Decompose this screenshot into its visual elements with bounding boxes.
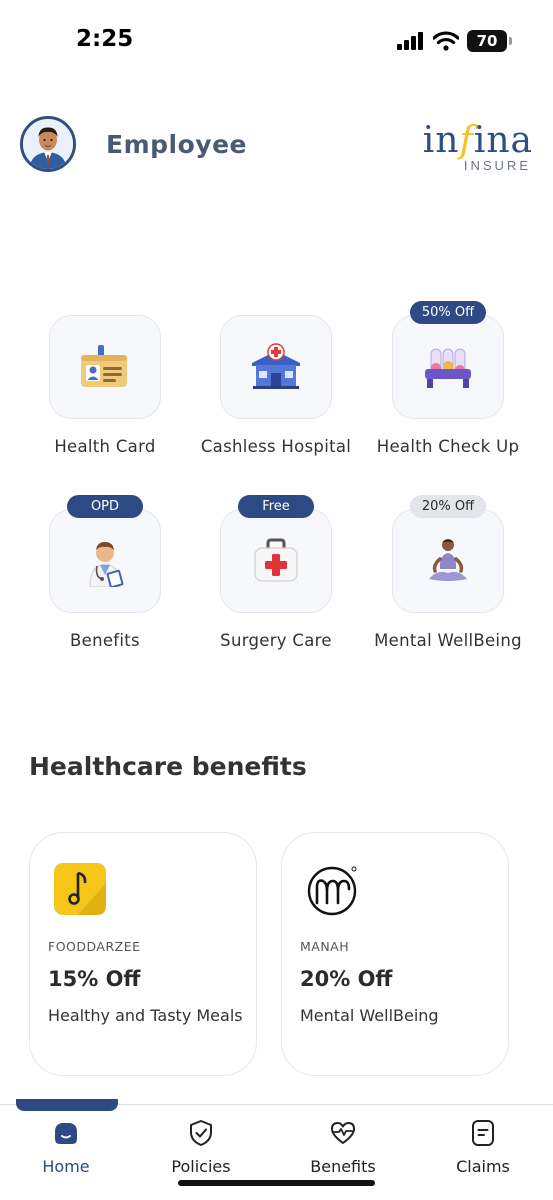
active-tab-indicator xyxy=(16,1099,118,1111)
avatar[interactable] xyxy=(20,116,76,172)
home-icon xyxy=(52,1119,80,1147)
service-surgery-care[interactable]: Free Surgery Care xyxy=(191,494,361,655)
logo-subtitle: INSURE xyxy=(463,158,531,173)
fooddarzee-logo-icon xyxy=(54,863,106,915)
benefit-description: Mental WellBeing xyxy=(300,1006,439,1025)
benefit-card-manah[interactable]: MANAH 20% Off Mental WellBeing xyxy=(281,832,509,1076)
meditation-icon xyxy=(429,539,467,581)
status-icons: 70 xyxy=(397,30,512,52)
service-label: Health Card xyxy=(54,437,156,456)
nav-label: Claims xyxy=(456,1157,510,1176)
infina-insure-logo: infina INSURE xyxy=(417,120,533,176)
heart-pulse-icon xyxy=(329,1119,357,1147)
shield-check-icon xyxy=(187,1119,215,1147)
nav-item-benefits[interactable]: Benefits xyxy=(283,1119,403,1176)
document-icon xyxy=(469,1119,497,1147)
service-tile[interactable]: 50% Off xyxy=(392,301,504,419)
section-title: Healthcare benefits xyxy=(29,752,307,781)
service-tile[interactable] xyxy=(220,315,332,419)
benefit-brand: MANAH xyxy=(300,939,350,954)
service-label: Health Check Up xyxy=(376,437,520,456)
service-mental-wellbeing[interactable]: 20% Off Mental WellBeing xyxy=(363,494,533,655)
logo-wordmark: infina xyxy=(422,120,533,161)
service-label: Surgery Care xyxy=(220,631,332,650)
cellular-signal-icon xyxy=(397,32,423,50)
test-tubes-icon xyxy=(425,348,471,388)
home-indicator-bar xyxy=(178,1180,375,1186)
nav-label: Benefits xyxy=(310,1157,376,1176)
nav-item-home[interactable]: Home xyxy=(6,1119,126,1176)
benefit-brand: FOODDARZEE xyxy=(48,939,141,954)
service-opd-benefits[interactable]: OPD Benefits xyxy=(20,494,190,655)
offer-badge: OPD xyxy=(67,495,143,518)
benefit-description: Healthy and Tasty Meals xyxy=(48,1006,243,1025)
service-tile[interactable]: Free xyxy=(220,495,332,613)
status-time: 2:25 xyxy=(76,26,134,52)
doctor-icon xyxy=(89,542,124,587)
status-bar: 2:25 70 xyxy=(0,0,553,80)
manah-logo-icon xyxy=(307,866,357,916)
benefit-offer: 20% Off xyxy=(300,967,393,991)
battery-icon: 70 xyxy=(467,30,512,52)
benefit-card-fooddarzee[interactable]: FOODDARZEE 15% Off Healthy and Tasty Mea… xyxy=(29,832,257,1076)
service-tile[interactable]: 20% Off xyxy=(392,495,504,613)
id-card-icon xyxy=(81,345,127,387)
offer-badge: 50% Off xyxy=(410,301,486,324)
user-avatar-icon xyxy=(23,119,73,169)
benefit-offer: 15% Off xyxy=(48,967,141,991)
hospital-icon xyxy=(252,343,300,389)
service-label: Benefits xyxy=(70,631,140,650)
nav-item-claims[interactable]: Claims xyxy=(423,1119,543,1176)
header: Employee infina INSURE xyxy=(20,112,533,178)
first-aid-kit-icon xyxy=(254,538,298,582)
service-tile[interactable]: OPD xyxy=(49,495,161,613)
wifi-icon xyxy=(433,31,459,51)
nav-item-policies[interactable]: Policies xyxy=(141,1119,261,1176)
user-name: Employee xyxy=(106,130,247,159)
nav-label: Policies xyxy=(171,1157,231,1176)
service-cashless-hospital[interactable]: Cashless Hospital xyxy=(191,300,361,461)
service-tile[interactable] xyxy=(49,315,161,419)
service-health-card[interactable]: Health Card xyxy=(20,300,190,461)
service-health-check-up[interactable]: 50% Off Health Check Up xyxy=(363,300,533,461)
service-label: Cashless Hospital xyxy=(200,437,352,456)
offer-badge: 20% Off xyxy=(410,495,486,518)
nav-label: Home xyxy=(42,1157,90,1176)
service-label: Mental WellBeing xyxy=(374,631,522,650)
offer-badge: Free xyxy=(238,495,314,518)
